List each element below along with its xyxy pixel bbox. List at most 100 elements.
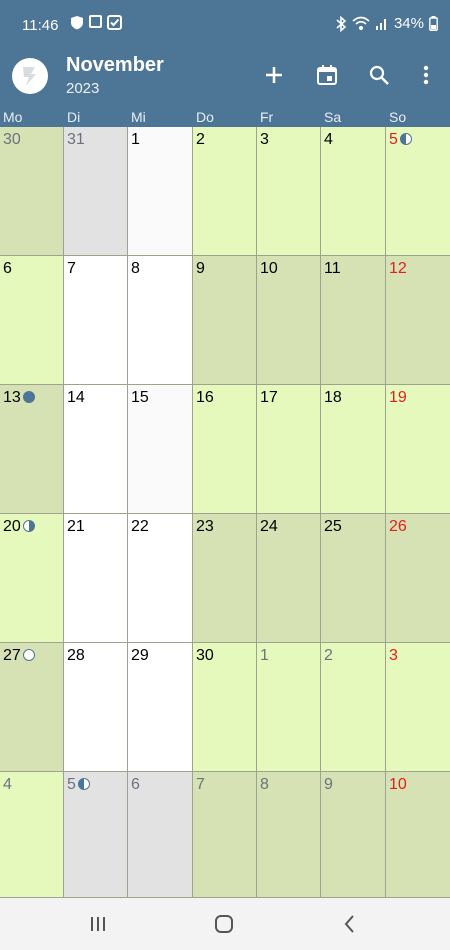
day-cell[interactable]: 17 (257, 385, 321, 514)
weekday-label: So (389, 109, 407, 125)
bluetooth-icon (336, 15, 347, 32)
day-cell[interactable]: 30 (0, 127, 64, 256)
day-cell[interactable]: 22 (128, 514, 193, 643)
battery-icon (429, 16, 438, 31)
back-icon[interactable] (343, 914, 355, 934)
day-cell[interactable]: 28 (64, 643, 128, 772)
day-cell[interactable]: 14 (64, 385, 128, 514)
moon-phase-first-icon (22, 520, 35, 532)
day-number: 12 (389, 260, 407, 277)
day-cell[interactable]: 6 (0, 256, 64, 385)
day-number: 25 (324, 518, 342, 535)
day-number: 1 (260, 647, 269, 664)
add-event-button[interactable] (259, 60, 289, 90)
day-cell[interactable]: 4 (321, 127, 386, 256)
day-number: 3 (260, 131, 269, 148)
status-bar: 11:46 34% (0, 0, 450, 52)
calendar-today-icon (317, 65, 337, 85)
app-logo-icon (23, 67, 36, 86)
day-cell[interactable]: 5 (386, 127, 450, 256)
day-number: 22 (131, 518, 149, 535)
day-cell[interactable]: 8 (257, 772, 321, 898)
gallery-icon (89, 15, 102, 28)
day-number: 9 (196, 260, 205, 277)
search-icon (369, 65, 389, 85)
signal-icon (375, 18, 386, 30)
day-cell[interactable]: 29 (128, 643, 193, 772)
day-number: 7 (67, 260, 76, 277)
weekday-label: Do (196, 109, 214, 125)
app-bar: November 2023 (0, 52, 450, 108)
day-cell[interactable]: 7 (64, 256, 128, 385)
day-number: 30 (3, 131, 21, 148)
day-cell[interactable]: 12 (386, 256, 450, 385)
day-number: 5 (389, 131, 412, 149)
search-button[interactable] (364, 60, 394, 90)
day-cell[interactable]: 27 (0, 643, 64, 772)
day-cell[interactable]: 21 (64, 514, 128, 643)
weekday-label: Sa (324, 109, 342, 125)
day-cell[interactable]: 15 (128, 385, 193, 514)
day-number: 6 (131, 776, 140, 793)
day-cell[interactable]: 7 (193, 772, 257, 898)
day-cell[interactable]: 18 (321, 385, 386, 514)
day-number: 3 (389, 647, 398, 664)
day-number: 24 (260, 518, 278, 535)
weekday-label: Fr (260, 109, 274, 125)
day-number: 28 (67, 647, 85, 664)
day-cell[interactable]: 19 (386, 385, 450, 514)
day-cell[interactable]: 26 (386, 514, 450, 643)
status-time: 11:46 (22, 17, 59, 34)
day-cell[interactable]: 3 (257, 127, 321, 256)
add-icon (266, 67, 282, 83)
day-cell[interactable]: 24 (257, 514, 321, 643)
day-number: 2 (196, 131, 205, 148)
recent-apps-icon[interactable] (89, 916, 107, 932)
status-notification-icons (70, 15, 122, 30)
year-subtitle: 2023 (66, 80, 100, 97)
day-cell[interactable]: 9 (193, 256, 257, 385)
app-logo[interactable] (12, 58, 48, 94)
day-cell[interactable]: 10 (257, 256, 321, 385)
moon-phase-full-icon (22, 649, 35, 661)
day-cell[interactable]: 8 (128, 256, 193, 385)
day-cell[interactable]: 2 (193, 127, 257, 256)
day-cell[interactable]: 1 (128, 127, 193, 256)
day-number: 5 (67, 776, 90, 794)
more-options-button[interactable] (411, 60, 441, 90)
day-number: 14 (67, 389, 85, 406)
day-number: 4 (324, 131, 333, 148)
day-cell[interactable]: 25 (321, 514, 386, 643)
day-number: 11 (324, 260, 341, 277)
day-number: 21 (67, 518, 85, 535)
day-cell[interactable]: 4 (0, 772, 64, 898)
day-number: 29 (131, 647, 149, 664)
day-cell[interactable]: 11 (321, 256, 386, 385)
day-number: 2 (324, 647, 333, 664)
day-cell[interactable]: 23 (193, 514, 257, 643)
day-cell[interactable]: 9 (321, 772, 386, 898)
day-cell[interactable]: 2 (321, 643, 386, 772)
day-cell[interactable]: 10 (386, 772, 450, 898)
day-number: 4 (3, 776, 12, 793)
day-number: 20 (3, 518, 35, 536)
day-cell[interactable]: 13 (0, 385, 64, 514)
day-cell[interactable]: 5 (64, 772, 128, 898)
day-cell[interactable]: 3 (386, 643, 450, 772)
day-cell[interactable]: 1 (257, 643, 321, 772)
battery-percent: 34% (393, 15, 424, 32)
day-number: 31 (67, 131, 85, 148)
day-cell[interactable]: 31 (64, 127, 128, 256)
day-cell[interactable]: 16 (193, 385, 257, 514)
moon-phase-last-icon (77, 778, 90, 790)
month-title[interactable]: November (66, 54, 164, 77)
day-number: 13 (3, 389, 35, 407)
weekday-label: Mo (3, 109, 23, 125)
today-button[interactable] (312, 60, 342, 90)
day-cell[interactable]: 20 (0, 514, 64, 643)
home-icon[interactable] (214, 914, 234, 934)
wifi-icon (352, 16, 370, 30)
day-number: 23 (196, 518, 214, 535)
day-cell[interactable]: 6 (128, 772, 193, 898)
day-cell[interactable]: 30 (193, 643, 257, 772)
